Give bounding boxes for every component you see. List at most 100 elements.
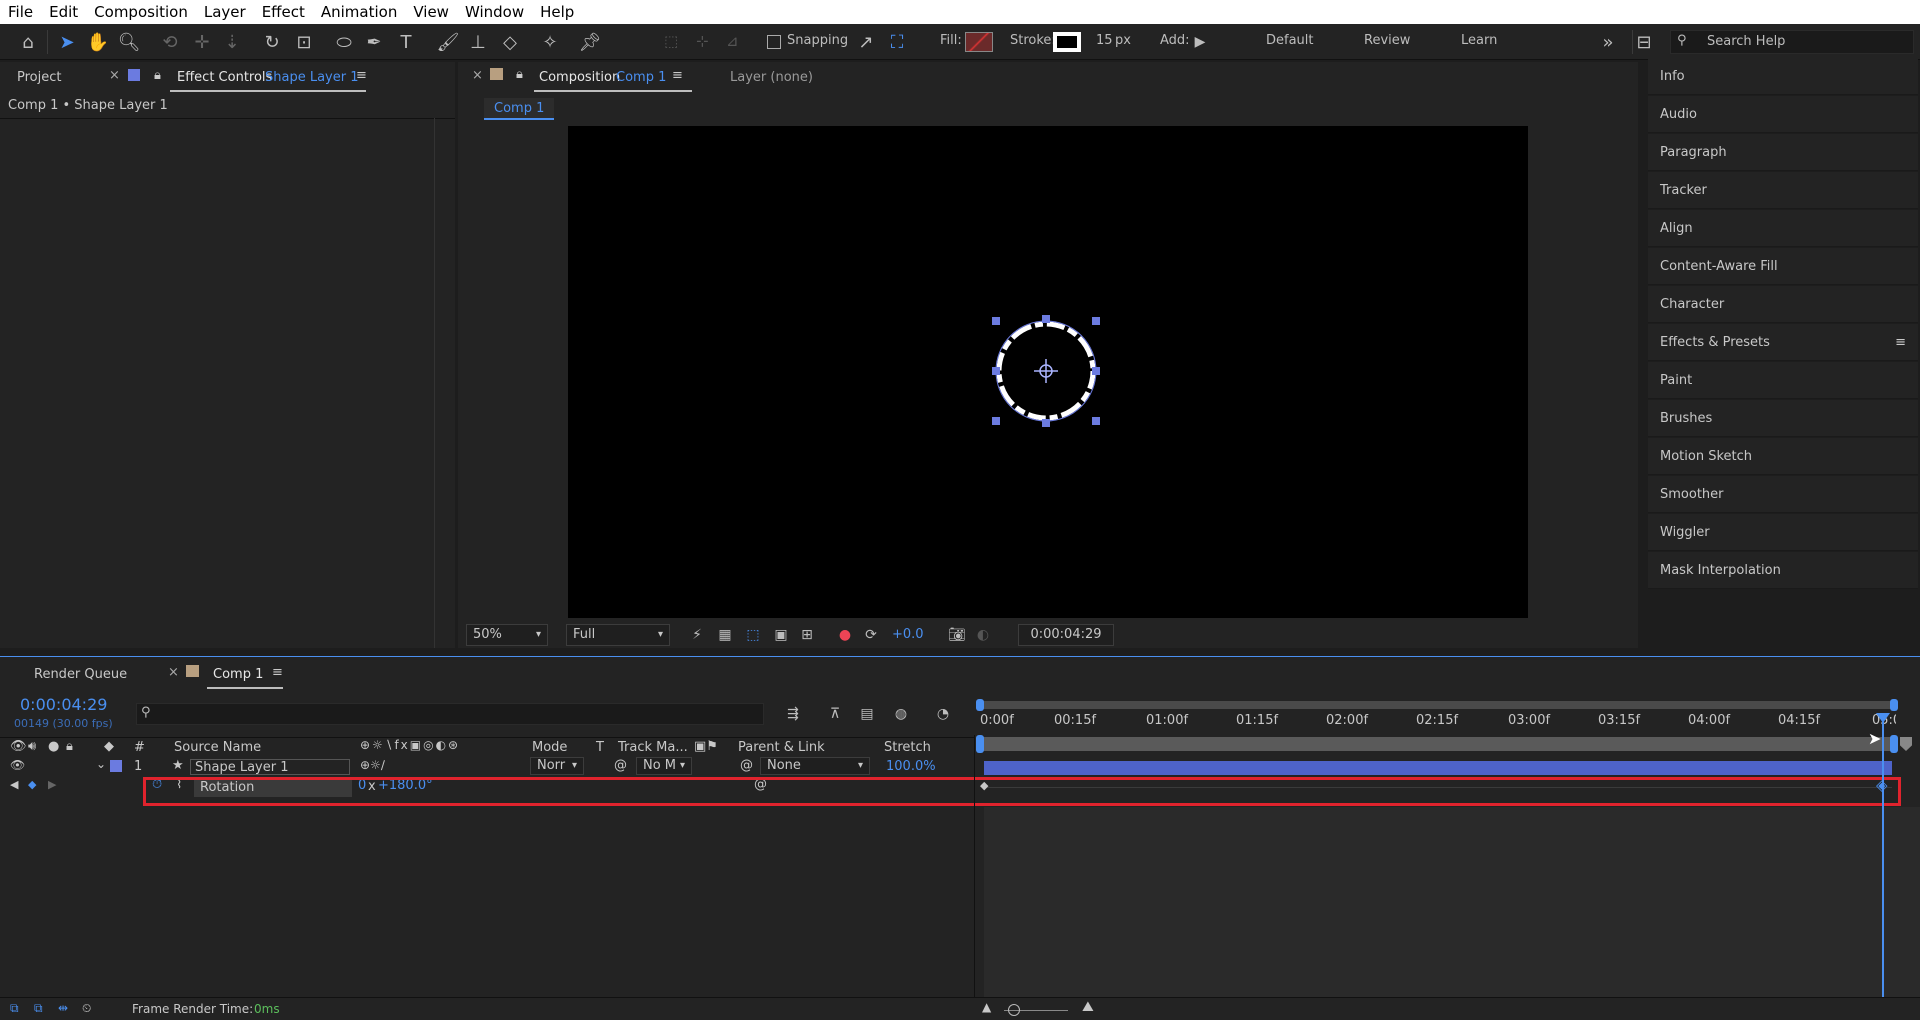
fast-previews-icon[interactable]: ⚡ [688,626,706,644]
toggle-layer-switches-icon[interactable]: ⧉ [10,1001,19,1016]
menu-window[interactable]: Window [457,0,532,24]
audio-icon[interactable]: 🔊︎ [28,739,36,754]
add-play-icon[interactable]: ▶ [1188,30,1212,54]
panel-paragraph[interactable]: Paragraph [1648,134,1918,171]
transparency-grid-icon[interactable]: ▦ [716,626,734,644]
panel-brushes[interactable]: Brushes [1648,400,1918,437]
search-help-box[interactable]: ⚲ Search Help [1670,30,1914,54]
snapshot-camera-icon[interactable]: 📷︎ [948,626,966,644]
eye-icon[interactable]: 👁︎ [10,758,25,772]
workspace-learn[interactable]: Learn [1461,33,1497,48]
menu-effect[interactable]: Effect [254,0,313,24]
panel-audio[interactable]: Audio [1648,96,1918,133]
column-source-name[interactable]: Source Name [174,740,261,755]
time-ruler[interactable]: 0:00f 00:15f 01:00f 01:15f 02:00f 02:15f… [980,713,1900,733]
track-matte-dropdown[interactable]: No M ▾ [636,757,692,775]
panel-menu-icon[interactable]: ≡ [356,68,367,83]
close-icon[interactable]: × [472,68,483,83]
pen-tool-icon[interactable]: ✒ [362,30,386,54]
close-icon[interactable]: × [109,68,120,83]
puppet-tool-icon[interactable]: 📌︎ [578,30,602,54]
pick-whip-icon[interactable]: @ [740,758,753,773]
shy-layers-icon[interactable]: ▤ [858,705,876,723]
fill-swatch[interactable] [965,32,993,52]
scrollbar-track[interactable] [434,118,435,648]
tab-project[interactable]: Project [17,70,61,85]
view-axis-icon[interactable]: ⊿ [726,32,739,50]
next-keyframe-icon[interactable]: ▶ [48,778,56,791]
guides-icon[interactable]: ⊞ [798,626,816,644]
navigator-start-handle[interactable] [976,699,984,711]
current-time-indicator[interactable] [1882,717,1884,997]
tab-composition[interactable]: Composition [539,70,620,85]
selection-tool-icon[interactable]: ➤ [55,30,79,54]
layer-switches-icons[interactable]: ⊕☼∕ [360,758,385,772]
timeline-splitter[interactable] [974,735,975,997]
reset-exposure-icon[interactable]: ⟳ [862,626,880,644]
draft-3d-icon[interactable]: ⊼ [826,705,844,723]
panel-menu-icon[interactable]: ≡ [672,68,683,83]
tab-effect-controls[interactable]: Effect Controls [177,70,272,85]
panel-smoother[interactable]: Smoother [1648,476,1918,513]
parent-dropdown[interactable]: None ▾ [760,757,870,775]
timeline-timecode[interactable]: 0:00:04:29 [20,695,107,714]
local-axis-icon[interactable]: ⬚ [664,32,678,50]
hand-tool-icon[interactable]: ✋ [86,30,110,54]
workspace-panel-icon[interactable]: ⊟ [1632,30,1656,54]
anchor-point-tool-icon[interactable]: ⊡ [292,30,316,54]
time-navigator[interactable] [980,701,1894,709]
menu-help[interactable]: Help [532,0,582,24]
eraser-tool-icon[interactable]: ◇ [498,30,522,54]
work-area-end-handle[interactable] [1890,735,1898,753]
panel-effects-presets[interactable]: Effects & Presets ≡ [1648,324,1918,361]
panel-character[interactable]: Character [1648,286,1918,323]
orbit-camera-icon[interactable]: ⟲ [158,30,182,54]
tab-comp-name[interactable]: Comp 1 [616,70,666,85]
eye-icon[interactable]: 👁︎ [10,739,27,754]
lock-icon[interactable]: 🔒︎ [66,739,73,754]
clone-stamp-tool-icon[interactable]: ⊥ [466,30,490,54]
tab-layer[interactable]: Layer (none) [730,70,813,85]
panel-content-aware-fill[interactable]: Content-Aware Fill [1648,248,1918,285]
collapse-chevron-icon[interactable]: ⌄ [96,757,106,771]
tab-effect-controls-layer[interactable]: Shape Layer 1 [265,70,359,85]
snap-edges-icon[interactable]: ↗ [854,30,878,54]
world-axis-icon[interactable]: ⊹ [696,32,709,50]
zoom-slider-thumb[interactable] [1008,1004,1020,1016]
stroke-width-value[interactable]: 15 [1096,33,1113,48]
mask-visibility-icon[interactable]: ⬚ [744,626,762,644]
menu-file[interactable]: File [0,0,41,24]
composition-viewer[interactable] [568,126,1528,618]
snap-features-icon[interactable]: ⛶ [885,30,909,54]
stroke-swatch[interactable] [1053,32,1081,52]
panel-align[interactable]: Align [1648,210,1918,247]
workspace-review[interactable]: Review [1364,33,1410,48]
workspace-default[interactable]: Default [1266,33,1314,48]
panel-mask-interpolation[interactable]: Mask Interpolation [1648,552,1918,589]
resolution-dropdown[interactable]: Full ▾ [566,624,670,646]
pan-camera-icon[interactable]: ✛ [190,30,214,54]
ellipse-tool-icon[interactable]: ⬭ [332,30,356,54]
layer-label-color[interactable] [110,760,122,772]
lock-icon[interactable]: 🔒︎ [516,67,523,82]
comp-subtab[interactable]: Comp 1 [484,98,554,120]
menu-view[interactable]: View [405,0,457,24]
composition-flowchart-icon[interactable]: ⇶ [784,705,802,723]
timeline-search-input[interactable]: ⚲ [136,703,764,725]
layer-row[interactable]: 👁︎ ⌄ 1 ★ Shape Layer 1 ⊕☼∕ Norr ▾ @ No M ▾… [0,757,974,775]
tab-render-queue[interactable]: Render Queue [34,667,127,682]
search-help-input[interactable]: Search Help [1707,34,1785,49]
rotate-tool-icon[interactable]: ↻ [260,30,284,54]
snapping-checkbox[interactable] [767,35,781,49]
work-area-start-handle[interactable] [976,735,984,753]
menu-composition[interactable]: Composition [86,0,196,24]
exposure-value[interactable]: +0.0 [892,627,924,642]
home-icon[interactable]: ⌂ [16,30,40,54]
prev-keyframe-icon[interactable]: ◀ [10,778,18,791]
zoom-tool-icon[interactable]: 🔍︎ [117,30,141,54]
motion-blur-icon[interactable]: ◔ [934,705,952,723]
panel-menu-icon[interactable]: ≡ [272,665,283,680]
solo-icon[interactable]: ● [48,739,59,754]
lock-icon[interactable]: 🔒︎ [154,68,161,83]
type-tool-icon[interactable]: T [394,30,418,54]
